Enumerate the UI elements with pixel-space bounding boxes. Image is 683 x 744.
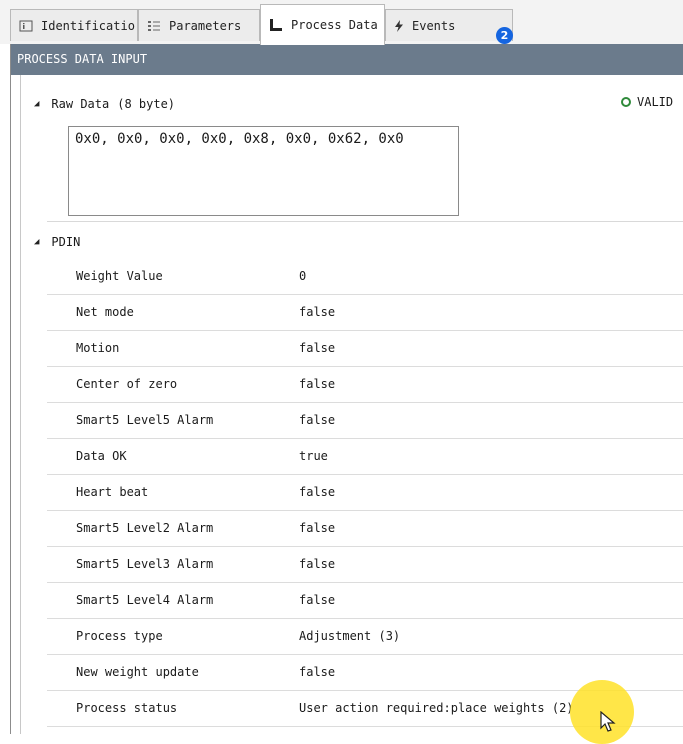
tab-events[interactable]: Events [385, 9, 513, 41]
tab-process-data-label: Process Data [291, 18, 378, 32]
row-value: false [299, 557, 336, 571]
tab-identification-label: Identificatio [41, 18, 135, 33]
row-key: Smart5 Level2 Alarm [76, 521, 214, 535]
row-value: false [299, 377, 336, 391]
raw-data-size: (8 byte) [117, 97, 176, 111]
raw-data-field[interactable]: 0x0, 0x0, 0x0, 0x0, 0x8, 0x0, 0x62, 0x0 [68, 126, 459, 216]
tab-parameters[interactable]: Parameters [138, 9, 260, 41]
tab-process-data[interactable]: Process Data [260, 4, 385, 45]
info-id-icon [19, 19, 33, 33]
row-value: false [299, 413, 336, 427]
row-key: Motion [76, 341, 120, 355]
row-key: Smart5 Level4 Alarm [76, 593, 214, 607]
table-row: Smart5 Level3 Alarm false [47, 547, 683, 583]
row-key: Heart beat [76, 485, 149, 499]
row-value: 0 [299, 269, 307, 283]
row-value: false [299, 521, 336, 535]
collapse-triangle-icon[interactable]: ◢ [34, 237, 39, 247]
valid-label: VALID [637, 95, 674, 109]
row-key: Center of zero [76, 377, 178, 391]
row-value: true [299, 449, 328, 463]
tab-events-label: Events [412, 18, 456, 33]
process-data-icon [269, 18, 283, 32]
row-key: Net mode [76, 305, 134, 319]
section-divider [47, 221, 683, 222]
row-value: false [299, 665, 336, 679]
mouse-pointer-icon [600, 711, 616, 732]
events-count-badge: 2 [496, 27, 513, 44]
table-row: Net mode false [47, 295, 683, 331]
row-key: Data OK [76, 449, 127, 463]
table-row: Smart5 Level2 Alarm false [47, 511, 683, 547]
raw-data-section-header[interactable]: ◢ Raw Data (8 byte) [34, 97, 175, 111]
row-key: Smart5 Level5 Alarm [76, 413, 214, 427]
row-key: Weight Value [76, 269, 163, 283]
row-value: Adjustment (3) [299, 629, 401, 643]
pdin-section-header[interactable]: ◢ PDIN [34, 235, 80, 249]
row-key: New weight update [76, 665, 199, 679]
tab-parameters-label: Parameters [169, 18, 242, 33]
row-key: Process status [76, 701, 178, 715]
row-value: false [299, 485, 336, 499]
valid-status: VALID [621, 95, 673, 109]
row-key: Process type [76, 629, 163, 643]
raw-data-label: Raw Data [51, 97, 110, 111]
collapse-triangle-icon[interactable]: ◢ [34, 99, 39, 109]
pdin-label: PDIN [51, 235, 81, 249]
table-row: Process type Adjustment (3) [47, 619, 683, 655]
table-row: Smart5 Level4 Alarm false [47, 583, 683, 619]
table-row: Smart5 Level5 Alarm false [47, 403, 683, 439]
row-key: Smart5 Level3 Alarm [76, 557, 214, 571]
lightning-icon [394, 19, 404, 32]
valid-circle-icon [621, 97, 631, 107]
table-row: Center of zero false [47, 367, 683, 403]
table-row: Data OK true [47, 439, 683, 475]
table-row: Motion false [47, 331, 683, 367]
row-value: false [299, 305, 336, 319]
list-icon [147, 19, 161, 33]
row-value: User action required:place weights (2) [299, 701, 574, 715]
table-row: Weight Value 0 [47, 259, 683, 295]
tab-strip: Identificatio Parameters Process Data Ev… [0, 0, 683, 45]
row-value: false [299, 341, 336, 355]
row-value: false [299, 593, 336, 607]
panel-header: PROCESS DATA INPUT [11, 44, 683, 75]
table-row: Heart beat false [47, 475, 683, 511]
tab-identification[interactable]: Identificatio [10, 9, 138, 41]
